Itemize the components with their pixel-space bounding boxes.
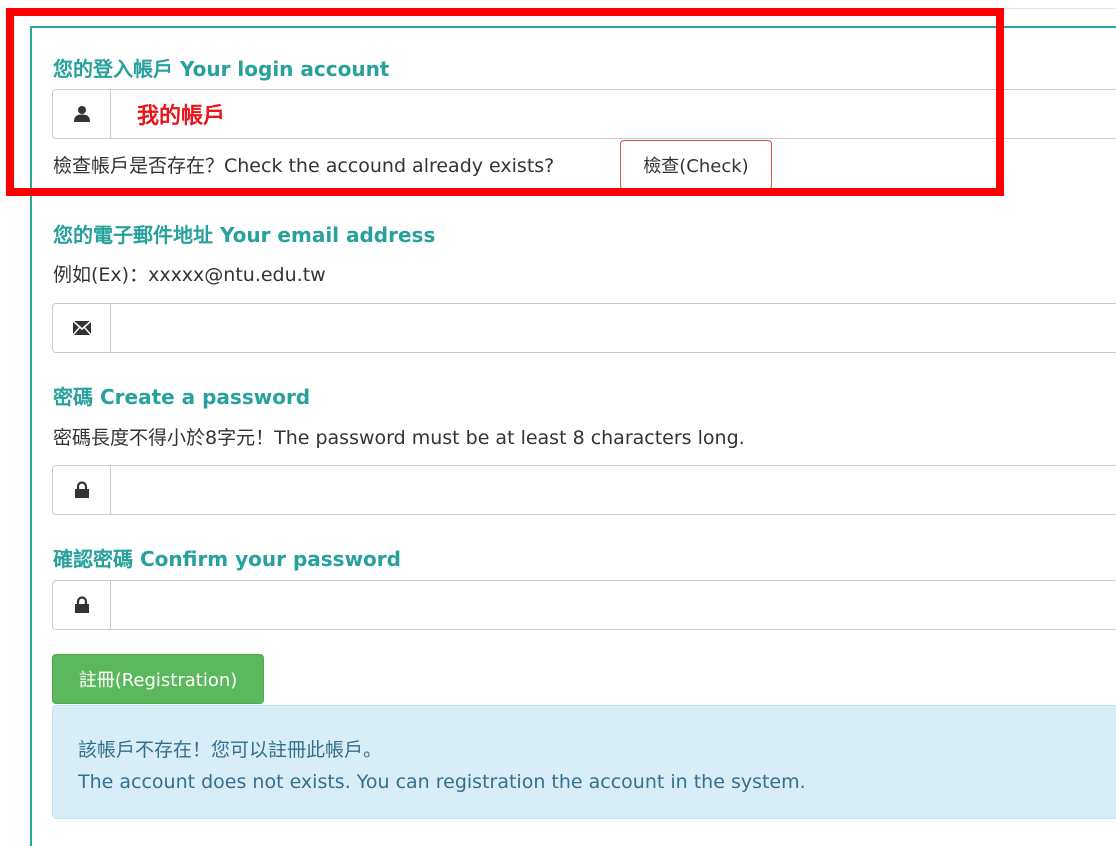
envelope-icon xyxy=(53,304,111,352)
password-hint: 密碼長度不得小於8字元！The password must be at leas… xyxy=(53,427,745,449)
confirm-password-heading: 確認密碼 Confirm your password xyxy=(53,547,401,571)
account-input-group xyxy=(52,89,1116,139)
user-icon xyxy=(53,90,111,138)
check-account-prompt: 檢查帳戶是否存在？Check the accound already exist… xyxy=(53,155,555,177)
password-input-group xyxy=(52,465,1116,515)
confirm-password-input-group xyxy=(52,580,1116,630)
email-heading: 您的電子郵件地址 Your email address xyxy=(53,223,436,247)
account-input[interactable] xyxy=(111,90,1116,138)
password-heading: 密碼 Create a password xyxy=(53,385,311,409)
email-example: 例如(Ex)：xxxxx@ntu.edu.tw xyxy=(53,264,326,286)
top-divider xyxy=(1004,8,1116,9)
email-input[interactable] xyxy=(111,304,1116,352)
account-status-alert: 該帳戶不存在！您可以註冊此帳戶。 The account does not ex… xyxy=(52,705,1116,819)
email-input-group xyxy=(52,303,1116,353)
register-button[interactable]: 註冊(Registration) xyxy=(52,654,264,704)
confirm-password-input[interactable] xyxy=(111,581,1116,629)
alert-line-zh: 該帳戶不存在！您可以註冊此帳戶。 xyxy=(78,739,383,761)
alert-line-en: The account does not exists. You can reg… xyxy=(78,771,806,793)
lock-icon xyxy=(53,466,111,514)
lock-icon xyxy=(53,581,111,629)
password-input[interactable] xyxy=(111,466,1116,514)
account-heading: 您的登入帳戶 Your login account xyxy=(53,57,390,81)
check-button[interactable]: 檢查(Check) xyxy=(620,140,772,190)
